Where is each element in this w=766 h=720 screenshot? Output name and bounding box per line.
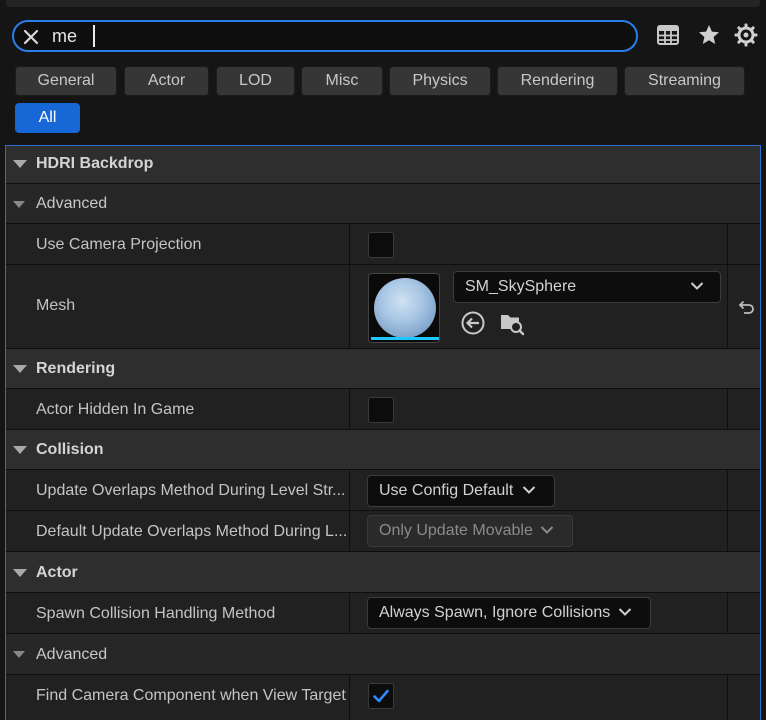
search-input[interactable] [52, 24, 612, 48]
top-strip [6, 0, 760, 7]
subcategory-label: Advanced [36, 646, 108, 663]
category-label: Rendering [36, 360, 116, 377]
property-label: Mesh [36, 297, 76, 314]
reset-to-default-icon[interactable] [736, 297, 756, 317]
sky-sphere-preview [374, 278, 436, 338]
property-row-find-camera-component: Find Camera Component when View Target [6, 675, 760, 720]
property-label: Actor Hidden In Game [36, 401, 195, 418]
chevron-down-icon [540, 526, 554, 534]
filter-misc[interactable]: Misc [301, 66, 383, 96]
property-row-use-camera-projection: Use Camera Projection [6, 224, 760, 265]
category-label: Actor [36, 564, 78, 581]
property-label: Update Overlaps Method During Level Str.… [36, 482, 346, 499]
category-label: Collision [36, 441, 104, 458]
collapse-arrow-icon[interactable] [13, 569, 27, 577]
category-hdri-backdrop[interactable]: HDRI Backdrop [6, 146, 760, 184]
property-row-default-update-overlaps-method: Default Update Overlaps Method During L.… [6, 511, 760, 552]
table-view-icon[interactable] [655, 22, 681, 48]
category-collision[interactable]: Collision [6, 430, 760, 470]
chevron-down-icon [618, 608, 632, 616]
update-overlaps-method-dropdown[interactable]: Use Config Default [367, 475, 555, 507]
property-row-spawn-collision-handling-method: Spawn Collision Handling Method Always S… [6, 593, 760, 634]
filter-all[interactable]: All [15, 103, 80, 133]
browse-to-asset-icon[interactable] [498, 309, 526, 337]
asset-type-bar [371, 337, 439, 340]
filter-physics[interactable]: Physics [389, 66, 491, 96]
dropdown-value: Always Spawn, Ignore Collisions [379, 604, 611, 621]
text-caret [93, 25, 95, 47]
column-divider[interactable] [349, 224, 350, 264]
property-row-mesh: Mesh SM_SkySphere [6, 265, 760, 349]
settings-gear-icon[interactable] [733, 22, 759, 48]
collapse-arrow-icon[interactable] [13, 160, 27, 168]
category-actor[interactable]: Actor [6, 552, 760, 593]
default-update-overlaps-method-dropdown: Only Update Movable [367, 515, 573, 547]
property-label: Default Update Overlaps Method During L.… [36, 523, 348, 540]
property-label: Spawn Collision Handling Method [36, 605, 276, 622]
mesh-asset-dropdown[interactable]: SM_SkySphere [453, 271, 721, 303]
column-divider[interactable] [349, 265, 350, 348]
subcategory-advanced[interactable]: Advanced [6, 634, 760, 675]
collapse-arrow-icon[interactable] [13, 446, 27, 454]
column-divider[interactable] [349, 470, 350, 510]
filter-streaming[interactable]: Streaming [624, 66, 745, 96]
collapse-arrow-icon[interactable] [13, 651, 25, 658]
filter-general[interactable]: General [15, 66, 117, 96]
use-camera-projection-checkbox[interactable] [368, 232, 394, 258]
column-divider [727, 675, 728, 720]
collapse-arrow-icon[interactable] [13, 201, 25, 208]
filter-actor[interactable]: Actor [124, 66, 209, 96]
filter-rendering[interactable]: Rendering [497, 66, 618, 96]
close-icon[interactable] [22, 28, 40, 46]
checkmark-icon [373, 689, 389, 703]
star-icon[interactable] [696, 22, 722, 48]
subcategory-label: Advanced [36, 195, 108, 212]
collapse-arrow-icon[interactable] [13, 365, 27, 373]
spawn-collision-handling-dropdown[interactable]: Always Spawn, Ignore Collisions [367, 597, 651, 629]
chevron-down-icon [690, 282, 704, 290]
filter-lod[interactable]: LOD [216, 66, 295, 96]
column-divider [727, 265, 728, 348]
property-row-actor-hidden-in-game: Actor Hidden In Game [6, 389, 760, 430]
column-divider [727, 470, 728, 510]
column-divider[interactable] [349, 511, 350, 551]
search-box[interactable] [12, 20, 638, 52]
column-divider [727, 593, 728, 633]
column-divider[interactable] [349, 593, 350, 633]
mesh-thumbnail[interactable] [368, 273, 440, 343]
dropdown-value: Use Config Default [379, 482, 514, 499]
column-divider [727, 511, 728, 551]
category-label: HDRI Backdrop [36, 155, 154, 172]
column-divider[interactable] [349, 675, 350, 720]
dropdown-value: Only Update Movable [379, 522, 533, 539]
mesh-asset-value: SM_SkySphere [465, 278, 577, 295]
find-camera-component-checkbox[interactable] [368, 683, 394, 709]
column-divider [727, 224, 728, 264]
subcategory-advanced[interactable]: Advanced [6, 184, 760, 224]
property-label: Use Camera Projection [36, 236, 202, 253]
use-selected-asset-icon[interactable] [460, 310, 486, 336]
column-divider[interactable] [349, 389, 350, 429]
property-label: Find Camera Component when View Target [36, 687, 346, 704]
property-row-update-overlaps-method: Update Overlaps Method During Level Str.… [6, 470, 760, 511]
actor-hidden-in-game-checkbox[interactable] [368, 397, 394, 423]
category-rendering[interactable]: Rendering [6, 349, 760, 389]
details-panel: HDRI Backdrop Advanced Use Camera Projec… [5, 145, 761, 720]
column-divider [727, 389, 728, 429]
chevron-down-icon [522, 486, 536, 494]
